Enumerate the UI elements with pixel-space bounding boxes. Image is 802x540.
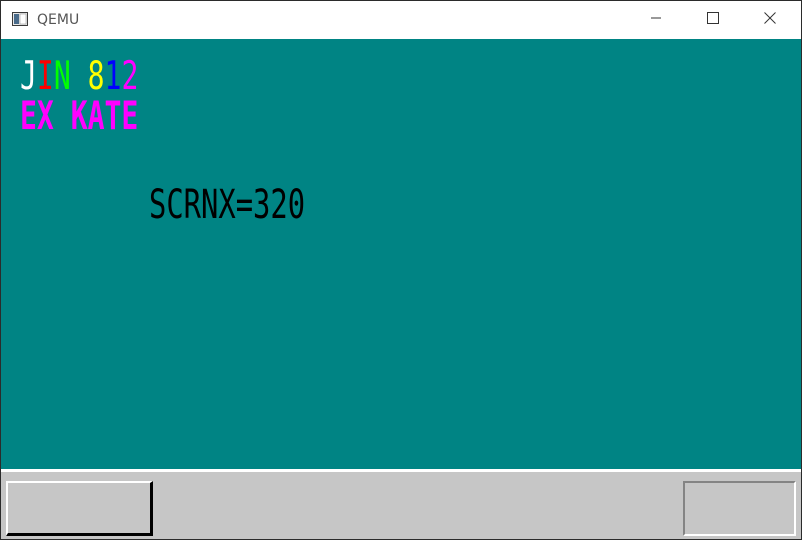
emulator-screen[interactable]: JIN 812 EX KATE SCRNX=320 — [1, 39, 801, 469]
start-button[interactable] — [6, 481, 153, 536]
qemu-window: QEMU JIN 812 EX KATE SCRNX=320 — [0, 0, 802, 540]
minimize-icon — [650, 11, 662, 29]
char-segment: J — [20, 54, 37, 99]
scrnx-readout: SCRNX=320 — [149, 182, 306, 228]
char-segment: 8 — [87, 54, 105, 99]
maximize-button[interactable] — [690, 1, 736, 39]
char-segment: 2 — [121, 54, 139, 99]
system-tray — [683, 481, 796, 536]
minimize-button[interactable] — [633, 1, 679, 39]
window-title: QEMU — [37, 12, 80, 28]
close-icon — [764, 11, 776, 29]
close-button[interactable] — [747, 1, 793, 39]
qemu-app-icon — [12, 12, 28, 26]
title-bar[interactable]: QEMU — [1, 1, 801, 39]
colored-text-line: JIN 812 — [20, 57, 138, 96]
char-segment: 1 — [104, 54, 122, 99]
taskbar — [1, 469, 801, 539]
char-segment: I — [36, 54, 54, 99]
char-segment — [71, 54, 88, 99]
char-segment: N — [53, 54, 71, 99]
magenta-text-line: EX KATE — [20, 94, 139, 139]
maximize-icon — [707, 11, 719, 29]
